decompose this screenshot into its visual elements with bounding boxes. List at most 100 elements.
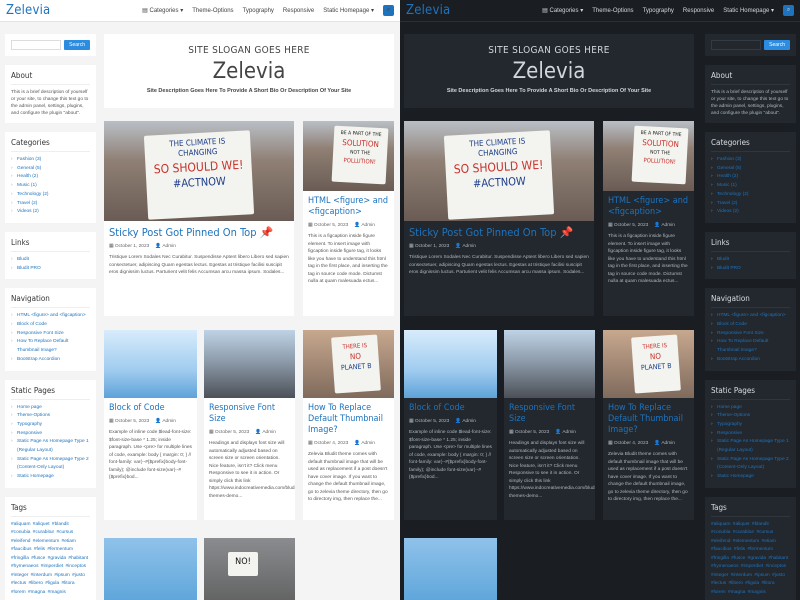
static-page-link[interactable]: Theme-Options — [711, 412, 790, 421]
post-title[interactable]: Sticky Post Got Pinned On Top 📌 — [109, 226, 289, 239]
post-card-fontsize[interactable]: Responsive Font Size ▦ October 5, 2023 👤… — [204, 330, 295, 520]
static-page-link[interactable]: Static Page As Homepage Type 1 (Regular … — [711, 438, 790, 455]
static-page-link[interactable]: Responsive — [11, 430, 90, 439]
post-thumbnail[interactable]: THE CLIMATE IS CHANGING SO SHOULD WE! #A… — [404, 121, 594, 221]
nav-typography[interactable]: Typography — [643, 8, 674, 14]
static-page-link[interactable]: Home page — [11, 404, 90, 413]
post-card-figure[interactable]: BE A PART OF THE SOLUTION NOT THE POLLUT… — [303, 121, 394, 316]
nav-link[interactable]: HTML <figure> and <figcaption> — [711, 312, 790, 321]
category-link[interactable]: Fashion (3) — [11, 156, 90, 165]
nav-link[interactable]: Block of Code — [11, 321, 90, 330]
site-title[interactable]: Zelevia — [404, 59, 694, 84]
category-link[interactable]: General (5) — [11, 165, 90, 174]
category-link[interactable]: Music (1) — [11, 182, 90, 191]
nav-link[interactable]: HTML <figure> and <figcaption> — [11, 312, 90, 321]
post-card-sticky[interactable]: THE CLIMATE IS CHANGING SO SHOULD WE! #A… — [104, 121, 294, 316]
static-page-link[interactable]: Static Page As Homepage Type 2 (Content-… — [11, 456, 90, 473]
nav-theme-options[interactable]: Theme-Options — [192, 8, 233, 14]
post-thumbnail[interactable]: THE CLIMATE IS CHANGING SO SHOULD WE! #A… — [104, 121, 294, 221]
nav-link[interactable]: Block of Code — [711, 321, 790, 330]
category-link[interactable]: Fashion (3) — [711, 156, 790, 165]
static-page-link[interactable]: Home page — [711, 404, 790, 413]
post-title[interactable]: Responsive Font Size — [509, 403, 590, 425]
post-card-code[interactable]: Block of Code ▦ October 5, 2023 👤 Admin … — [104, 330, 197, 520]
post-card-partial[interactable] — [404, 538, 497, 600]
category-link[interactable]: Technology (2) — [11, 191, 90, 200]
nav-categories[interactable]: ▤ Categories ▾ — [542, 7, 583, 14]
post-thumbnail[interactable]: BE A PART OF THE SOLUTION NOT THE POLLUT… — [603, 121, 694, 191]
post-card-code[interactable]: Block of Code ▦ October 5, 2023 👤 Admin … — [404, 330, 497, 520]
category-link[interactable]: General (5) — [711, 165, 790, 174]
external-link[interactable]: Bludit PRO — [11, 265, 90, 274]
post-thumbnail[interactable]: BE A PART OF THE SOLUTION NOT THE POLLUT… — [303, 121, 394, 191]
category-link[interactable]: Travel (2) — [711, 200, 790, 209]
post-thumbnail[interactable] — [104, 538, 197, 600]
external-link[interactable]: Bludit — [11, 256, 90, 265]
nav-link[interactable]: Responsive Font Size — [11, 330, 90, 339]
nav-responsive[interactable]: Responsive — [283, 8, 314, 14]
post-title[interactable]: How To Replace Default Thumbnail Image? — [608, 403, 689, 436]
nav-theme-options[interactable]: Theme-Options — [592, 8, 633, 14]
post-thumbnail[interactable] — [204, 330, 295, 398]
static-page-link[interactable]: Typography — [11, 421, 90, 430]
static-page-link[interactable]: Theme-Options — [11, 412, 90, 421]
search-input[interactable] — [11, 40, 62, 50]
post-card-fontsize[interactable]: Responsive Font Size ▦ October 5, 2023 👤… — [504, 330, 595, 520]
tag-cloud[interactable]: #aliquam #aliquet #blandit #conubia #cur… — [11, 521, 90, 598]
post-thumbnail[interactable] — [504, 330, 595, 398]
category-link[interactable]: Health (2) — [11, 173, 90, 182]
post-card-partial[interactable]: NO! — [204, 538, 295, 600]
tag-cloud[interactable]: #aliquam #aliquet #blandit #conubia #cur… — [711, 521, 790, 598]
nav-link[interactable]: How To Replace Default Thumbnail Image? — [711, 338, 790, 355]
category-link[interactable]: Videos (2) — [11, 208, 90, 217]
post-thumbnail[interactable] — [404, 538, 497, 600]
post-card-partial[interactable] — [104, 538, 197, 600]
post-thumbnail[interactable]: NO! — [204, 538, 295, 600]
category-link[interactable]: Technology (2) — [711, 191, 790, 200]
static-page-link[interactable]: Responsive — [711, 430, 790, 439]
post-card-figure[interactable]: BE A PART OF THE SOLUTION NOT THE POLLUT… — [603, 121, 694, 316]
nav-link[interactable]: Bootstrap Accordion — [711, 356, 790, 365]
nav-categories[interactable]: ▤ Categories ▾ — [142, 7, 183, 14]
static-page-link[interactable]: Static Homepage — [711, 473, 790, 482]
post-thumbnail[interactable]: THERE IS NO PLANET B — [603, 330, 694, 398]
nav-responsive[interactable]: Responsive — [683, 8, 714, 14]
category-link[interactable]: Travel (2) — [11, 200, 90, 209]
brand-logo[interactable]: Zelevia — [406, 3, 450, 18]
static-page-link[interactable]: Static Page As Homepage Type 2 (Content-… — [711, 456, 790, 473]
post-card-thumbnail[interactable]: THERE IS NO PLANET B How To Replace Defa… — [603, 330, 694, 520]
nav-link[interactable]: Responsive Font Size — [711, 330, 790, 339]
post-title[interactable]: Sticky Post Got Pinned On Top 📌 — [409, 226, 589, 239]
nav-static-homepage[interactable]: Static Homepage ▾ — [323, 7, 374, 14]
category-link[interactable]: Health (2) — [711, 173, 790, 182]
nav-link[interactable]: Bootstrap Accordion — [11, 356, 90, 365]
brand-logo[interactable]: Zelevia — [6, 3, 50, 18]
post-card-sticky[interactable]: THE CLIMATE IS CHANGING SO SHOULD WE! #A… — [404, 121, 594, 316]
post-title[interactable]: HTML <figure> and <figcaption> — [608, 196, 689, 218]
external-link[interactable]: Bludit PRO — [711, 265, 790, 274]
post-title[interactable]: Block of Code — [109, 403, 192, 414]
post-card-thumbnail[interactable]: THERE IS NO PLANET B How To Replace Defa… — [303, 330, 394, 520]
search-icon[interactable]: ⌕ — [383, 5, 394, 16]
post-title[interactable]: How To Replace Default Thumbnail Image? — [308, 403, 389, 436]
post-thumbnail[interactable]: THERE IS NO PLANET B — [303, 330, 394, 398]
static-page-link[interactable]: Static Homepage — [11, 473, 90, 482]
nav-typography[interactable]: Typography — [243, 8, 274, 14]
search-button[interactable]: Search — [64, 40, 90, 50]
static-page-link[interactable]: Typography — [711, 421, 790, 430]
category-link[interactable]: Videos (2) — [711, 208, 790, 217]
nav-link[interactable]: How To Replace Default Thumbnail Image? — [11, 338, 90, 355]
search-input[interactable] — [711, 40, 762, 50]
post-title[interactable]: HTML <figure> and <figcaption> — [308, 196, 389, 218]
search-icon[interactable]: ⌕ — [783, 5, 794, 16]
post-title[interactable]: Responsive Font Size — [209, 403, 290, 425]
nav-static-homepage[interactable]: Static Homepage ▾ — [723, 7, 774, 14]
site-title[interactable]: Zelevia — [104, 59, 394, 84]
static-page-link[interactable]: Static Page As Homepage Type 1 (Regular … — [11, 438, 90, 455]
external-link[interactable]: Bludit — [711, 256, 790, 265]
post-thumbnail[interactable] — [104, 330, 197, 398]
post-thumbnail[interactable] — [404, 330, 497, 398]
category-link[interactable]: Music (1) — [711, 182, 790, 191]
post-title[interactable]: Block of Code — [409, 403, 492, 414]
search-button[interactable]: Search — [764, 40, 790, 50]
